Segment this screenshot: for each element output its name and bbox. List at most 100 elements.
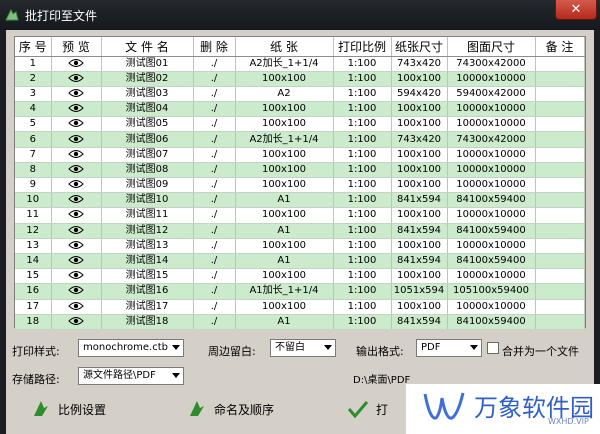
preview-button[interactable] — [51, 268, 102, 285]
paper: A1加长_1+1/4 — [235, 283, 334, 300]
preview-button[interactable] — [51, 131, 102, 148]
delete-button[interactable]: ./ — [193, 71, 236, 87]
delete-button[interactable]: ./ — [193, 207, 236, 224]
preview-button[interactable] — [51, 147, 102, 163]
preview-button[interactable] — [51, 101, 102, 118]
table-row[interactable]: 12 测试图12 ./A1 1:100 841x594 84100x59400 — [15, 223, 585, 239]
preview-button[interactable] — [51, 283, 102, 300]
delete-button[interactable]: ./ — [193, 268, 236, 285]
delete-button[interactable]: ./ — [193, 314, 236, 330]
preview-button[interactable] — [51, 162, 102, 179]
table-row[interactable]: 5 测试图05 ./100x100 1:100 100x100 10000x10000 — [15, 116, 585, 133]
preview-button[interactable] — [51, 71, 102, 87]
print-scale: 1:100 — [333, 192, 392, 209]
table-row[interactable]: 9 测试图09 ./100x100 1:100 100x100 10000x10000 — [15, 177, 585, 194]
table-row[interactable]: 4 测试图04 ./100x100 1:100 100x100 10000x10000 — [15, 101, 585, 118]
note[interactable] — [535, 283, 585, 300]
note[interactable] — [535, 223, 585, 239]
preview-button[interactable] — [51, 238, 102, 254]
delete-button[interactable]: ./ — [193, 238, 236, 254]
eye-icon — [68, 271, 84, 280]
table-row[interactable]: 13 测试图13 ./100x100 1:100 100x100 10000x10000 — [15, 238, 585, 254]
delete-button[interactable]: ./ — [193, 116, 236, 133]
table-row[interactable]: 2 测试图02 ./100x100 1:100 100x100 10000x10000 — [15, 71, 585, 87]
table-row[interactable]: 16 测试图16 ./A1加长_1+1/4 1:100 1051x594 105100x5… — [15, 283, 585, 300]
delete-button[interactable]: ./ — [193, 131, 236, 148]
table-row[interactable]: 3 测试图03 ./A2 1:100 594x420 59400x42000 — [15, 86, 585, 103]
eye-icon — [68, 240, 84, 249]
table-row[interactable]: 14 测试图14 ./A1 1:100 841x594 84100x59400 — [15, 253, 585, 270]
margin-select[interactable]: 不留白 — [270, 339, 336, 357]
preview-button[interactable] — [51, 223, 102, 239]
note[interactable] — [535, 238, 585, 254]
delete-button[interactable]: ./ — [193, 223, 236, 239]
note[interactable] — [535, 299, 585, 315]
row-number: 13 — [15, 238, 52, 254]
delete-button[interactable]: ./ — [193, 147, 236, 163]
scale-settings-label: 比例设置 — [58, 402, 107, 417]
drawing-size: 74300x42000 — [447, 56, 536, 72]
preview-button[interactable] — [51, 192, 102, 209]
save-path-select[interactable]: 源文件路径\PDF — [78, 367, 184, 385]
print-scale: 1:100 — [333, 314, 392, 330]
preview-button[interactable] — [51, 299, 102, 315]
drawing-size: 10000x10000 — [447, 71, 536, 87]
table-row[interactable]: 1 测试图01 ./A2加长_1+1/4 1:100 743x420 74300x4200… — [15, 56, 585, 72]
paper-size: 841x594 — [391, 223, 448, 239]
table-row[interactable]: 7 测试图07 ./100x100 1:100 100x100 10000x10000 — [15, 147, 585, 163]
note[interactable] — [535, 101, 585, 118]
naming-order-button[interactable]: 命名及顺序 — [188, 400, 274, 418]
delete-button[interactable]: ./ — [193, 86, 236, 103]
chevron-down-icon — [470, 345, 478, 350]
note[interactable] — [535, 192, 585, 209]
note[interactable] — [535, 86, 585, 103]
preview-button[interactable] — [51, 253, 102, 270]
row-number: 8 — [15, 162, 52, 179]
table-row[interactable]: 11 测试图11 ./100x100 1:100 100x100 10000x10000 — [15, 207, 585, 224]
preview-button[interactable] — [51, 177, 102, 194]
drawing-size: 84100x59400 — [447, 223, 536, 239]
note[interactable] — [535, 131, 585, 148]
eye-icon — [68, 256, 84, 265]
merge-checkbox[interactable] — [487, 342, 499, 354]
table-row[interactable]: 10 测试图10 ./A1 1:100 841x594 84100x59400 — [15, 192, 585, 209]
note[interactable] — [535, 253, 585, 270]
delete-button[interactable]: ./ — [193, 177, 236, 194]
delete-button[interactable]: ./ — [193, 56, 236, 72]
preview-button[interactable] — [51, 207, 102, 224]
note[interactable] — [535, 56, 585, 72]
note[interactable] — [535, 71, 585, 87]
preview-button[interactable] — [51, 314, 102, 330]
scale-settings-button[interactable]: 比例设置 — [32, 400, 106, 418]
delete-button[interactable]: ./ — [193, 283, 236, 300]
print-style-select[interactable]: monochrome.ctb — [78, 339, 184, 357]
preview-button[interactable] — [51, 116, 102, 133]
row-number: 7 — [15, 147, 52, 163]
preview-button[interactable] — [51, 56, 102, 72]
delete-button[interactable]: ./ — [193, 253, 236, 270]
note[interactable] — [535, 314, 585, 330]
note[interactable] — [535, 162, 585, 179]
table-row[interactable]: 6 测试图06 ./A2加长_1+1/4 1:100 743x420 74300x4200… — [15, 131, 585, 148]
note[interactable] — [535, 207, 585, 224]
watermark-sub: WXHD.VIP — [548, 417, 589, 426]
close-button[interactable]: ✕ — [555, 0, 597, 20]
file-name: 测试图03 — [101, 86, 194, 103]
table-row[interactable]: 15 测试图15 ./100x100 1:100 100x100 10000x10000 — [15, 268, 585, 285]
table-row[interactable]: 17 测试图17 ./100x100 1:100 100x100 10000x10000 — [15, 299, 585, 315]
table-row[interactable]: 8 测试图08 ./100x100 1:100 100x100 10000x10000 — [15, 162, 585, 179]
delete-button[interactable]: ./ — [193, 299, 236, 315]
margin-label: 周边留白: — [208, 345, 256, 358]
eye-icon — [68, 286, 84, 295]
output-format-select[interactable]: PDF — [416, 339, 482, 357]
delete-button[interactable]: ./ — [193, 101, 236, 118]
note[interactable] — [535, 147, 585, 163]
delete-button[interactable]: ./ — [193, 162, 236, 179]
preview-button[interactable] — [51, 86, 102, 103]
delete-button[interactable]: ./ — [193, 192, 236, 209]
print-button[interactable]: 打 — [348, 400, 388, 418]
note[interactable] — [535, 268, 585, 285]
table-row[interactable]: 18 测试图18 ./A1 1:100 841x594 84100x59400 — [15, 314, 585, 330]
note[interactable] — [535, 177, 585, 194]
note[interactable] — [535, 116, 585, 133]
